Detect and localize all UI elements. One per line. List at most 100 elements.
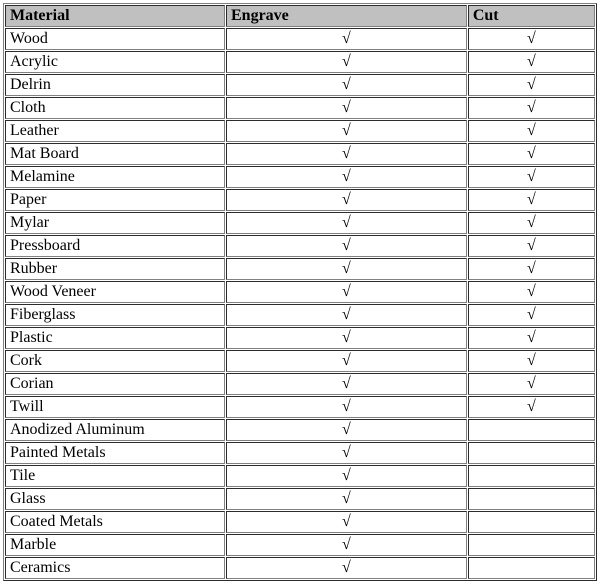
cell-engrave: √ <box>226 511 467 533</box>
cell-material: Plastic <box>5 327 225 349</box>
cell-engrave: √ <box>226 304 467 326</box>
table-row: Coated Metals√ <box>5 511 595 533</box>
cell-engrave: √ <box>226 143 467 165</box>
cell-engrave: √ <box>226 281 467 303</box>
cell-material: Leather <box>5 120 225 142</box>
cell-engrave: √ <box>226 120 467 142</box>
table-row: Glass√ <box>5 488 595 510</box>
cell-cut <box>468 488 595 510</box>
table-row: Melamine√√ <box>5 166 595 188</box>
cell-material: Cloth <box>5 97 225 119</box>
cell-engrave: √ <box>226 258 467 280</box>
table-row: Fiberglass√√ <box>5 304 595 326</box>
table-row: Marble√ <box>5 534 595 556</box>
cell-material: Delrin <box>5 74 225 96</box>
table-row: Leather√√ <box>5 120 595 142</box>
table-row: Wood Veneer√√ <box>5 281 595 303</box>
cell-material: Paper <box>5 189 225 211</box>
cell-engrave: √ <box>226 189 467 211</box>
table-row: Acrylic√√ <box>5 51 595 73</box>
table-row: Cork√√ <box>5 350 595 372</box>
cell-material: Cork <box>5 350 225 372</box>
cell-engrave: √ <box>226 350 467 372</box>
cell-cut <box>468 534 595 556</box>
cell-material: Tile <box>5 465 225 487</box>
cell-material: Glass <box>5 488 225 510</box>
cell-cut: √ <box>468 396 595 418</box>
cell-material: Mat Board <box>5 143 225 165</box>
table-row: Corian√√ <box>5 373 595 395</box>
materials-table: Material Engrave Cut Wood√√Acrylic√√Delr… <box>3 3 597 581</box>
cell-cut: √ <box>468 51 595 73</box>
cell-material: Painted Metals <box>5 442 225 464</box>
cell-cut: √ <box>468 350 595 372</box>
cell-cut: √ <box>468 166 595 188</box>
cell-engrave: √ <box>226 166 467 188</box>
cell-engrave: √ <box>226 488 467 510</box>
cell-engrave: √ <box>226 212 467 234</box>
table-row: Mat Board√√ <box>5 143 595 165</box>
cell-cut: √ <box>468 212 595 234</box>
cell-cut: √ <box>468 327 595 349</box>
table-header-row: Material Engrave Cut <box>5 5 595 27</box>
cell-cut: √ <box>468 373 595 395</box>
table-row: Twill√√ <box>5 396 595 418</box>
cell-engrave: √ <box>226 534 467 556</box>
cell-cut <box>468 557 595 579</box>
cell-engrave: √ <box>226 327 467 349</box>
cell-cut: √ <box>468 189 595 211</box>
cell-engrave: √ <box>226 235 467 257</box>
table-row: Cloth√√ <box>5 97 595 119</box>
cell-engrave: √ <box>226 51 467 73</box>
cell-cut: √ <box>468 74 595 96</box>
table-row: Plastic√√ <box>5 327 595 349</box>
cell-cut: √ <box>468 235 595 257</box>
cell-cut <box>468 419 595 441</box>
cell-engrave: √ <box>226 373 467 395</box>
cell-engrave: √ <box>226 419 467 441</box>
table-row: Rubber√√ <box>5 258 595 280</box>
table-row: Painted Metals√ <box>5 442 595 464</box>
table-row: Mylar√√ <box>5 212 595 234</box>
cell-cut <box>468 465 595 487</box>
cell-engrave: √ <box>226 442 467 464</box>
cell-engrave: √ <box>226 28 467 50</box>
cell-material: Acrylic <box>5 51 225 73</box>
cell-material: Wood <box>5 28 225 50</box>
table-row: Paper√√ <box>5 189 595 211</box>
table-row: Ceramics√ <box>5 557 595 579</box>
table-row: Tile√ <box>5 465 595 487</box>
cell-engrave: √ <box>226 396 467 418</box>
cell-material: Twill <box>5 396 225 418</box>
cell-cut: √ <box>468 258 595 280</box>
cell-engrave: √ <box>226 97 467 119</box>
header-material: Material <box>5 5 225 27</box>
cell-cut: √ <box>468 143 595 165</box>
table-row: Pressboard√√ <box>5 235 595 257</box>
cell-material: Wood Veneer <box>5 281 225 303</box>
cell-cut <box>468 511 595 533</box>
header-cut: Cut <box>468 5 595 27</box>
cell-material: Mylar <box>5 212 225 234</box>
table-row: Anodized Aluminum√ <box>5 419 595 441</box>
cell-material: Coated Metals <box>5 511 225 533</box>
cell-material: Corian <box>5 373 225 395</box>
cell-engrave: √ <box>226 465 467 487</box>
cell-material: Marble <box>5 534 225 556</box>
cell-material: Rubber <box>5 258 225 280</box>
cell-cut: √ <box>468 97 595 119</box>
cell-cut: √ <box>468 28 595 50</box>
cell-cut: √ <box>468 304 595 326</box>
cell-material: Anodized Aluminum <box>5 419 225 441</box>
table-row: Delrin√√ <box>5 74 595 96</box>
cell-material: Fiberglass <box>5 304 225 326</box>
header-engrave: Engrave <box>226 5 467 27</box>
cell-material: Ceramics <box>5 557 225 579</box>
cell-cut <box>468 442 595 464</box>
cell-material: Melamine <box>5 166 225 188</box>
cell-cut: √ <box>468 281 595 303</box>
cell-cut: √ <box>468 120 595 142</box>
cell-material: Pressboard <box>5 235 225 257</box>
cell-engrave: √ <box>226 557 467 579</box>
cell-engrave: √ <box>226 74 467 96</box>
